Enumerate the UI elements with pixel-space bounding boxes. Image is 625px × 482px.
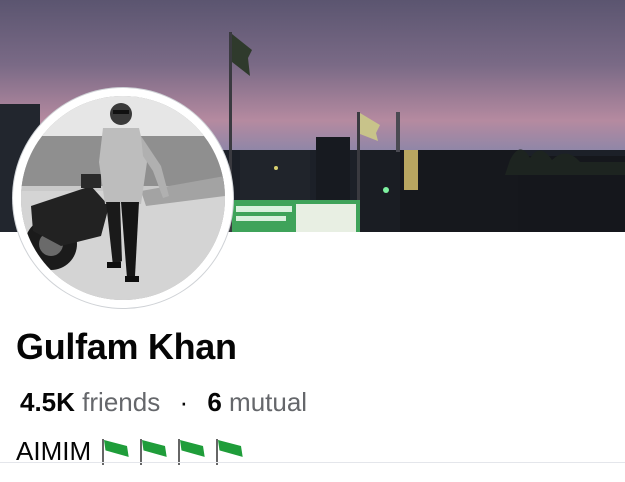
avatar-photo — [21, 96, 225, 300]
divider — [0, 462, 625, 463]
avatar-scene — [21, 96, 225, 300]
profile-avatar[interactable] — [13, 88, 233, 308]
friends-summary[interactable]: 4.5K friends · 6 mutual — [20, 387, 307, 418]
profile-name: Gulfam Khan — [16, 326, 237, 367]
mutual-count: 6 — [207, 387, 222, 417]
stats-separator: · — [179, 387, 189, 417]
mutual-label: mutual — [229, 387, 308, 417]
friends-count: 4.5K — [20, 387, 75, 417]
friends-label: friends — [82, 387, 161, 417]
profile-header: Gulfam Khan 4.5K friends · 6 mutual AIMI… — [0, 0, 625, 482]
